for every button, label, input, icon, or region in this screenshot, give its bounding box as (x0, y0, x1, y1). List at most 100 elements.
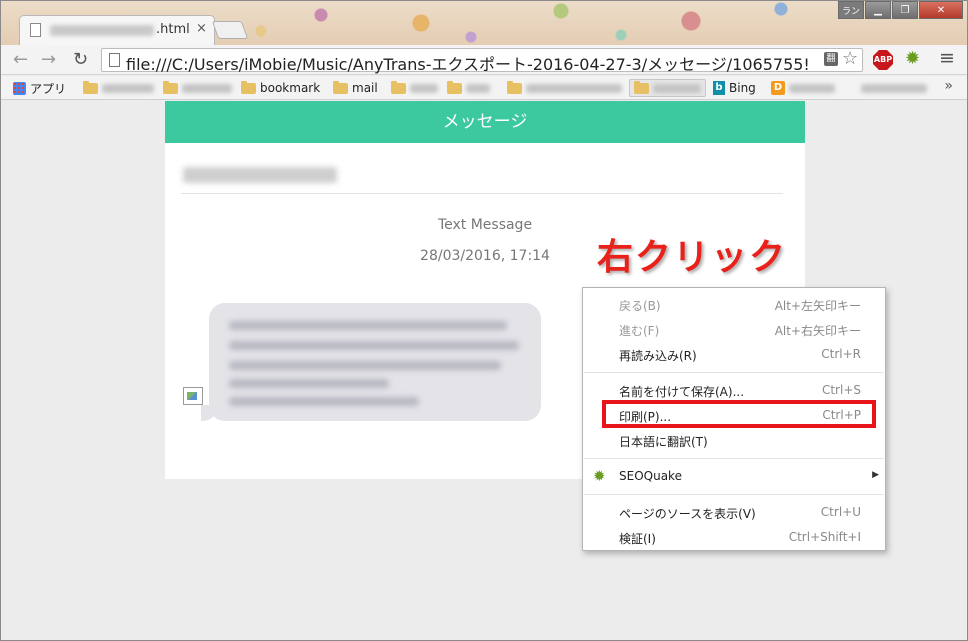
menu-item-label: 日本語に翻訳(T) (619, 435, 708, 449)
bookmark-folder[interactable] (507, 79, 622, 97)
bookmark-redacted (102, 83, 154, 93)
bubble-text-redacted (229, 361, 501, 370)
ime-indicator[interactable]: ラン (838, 1, 864, 19)
menu-item-translate[interactable]: 日本語に翻訳(T) (583, 429, 885, 451)
bubble-text-redacted (229, 341, 519, 350)
new-tab-button[interactable] (211, 21, 249, 39)
bookmark-folder[interactable] (391, 79, 438, 97)
menu-item-shortcut: Ctrl+R (821, 347, 861, 361)
apps-icon (13, 81, 26, 95)
menu-item-label: 再読み込み(R) (619, 349, 697, 363)
menu-separator (584, 458, 884, 459)
bubble-text-redacted (229, 321, 507, 330)
bookmark-folder-bookmark[interactable]: bookmark (241, 79, 320, 97)
menu-item-label: 検証(I) (619, 532, 656, 546)
folder-icon (241, 80, 256, 94)
bookmark-d[interactable]: D (771, 79, 835, 97)
bookmark-redacted (526, 83, 622, 93)
menu-item-shortcut: Ctrl+S (821, 383, 861, 397)
print-highlight-box (602, 400, 876, 428)
url-text[interactable]: file:///C:/Users/iMobie/Music/AnyTrans-エ… (126, 51, 822, 75)
tab-title-ext: .html (156, 22, 190, 37)
menu-item-label: 名前を付けて保存(A)... (619, 385, 745, 399)
submenu-arrow-icon: ▶ (872, 470, 879, 480)
menu-item-shortcut: Ctrl+Shift+I (788, 530, 861, 544)
window-controls: ラン ▁ ❐ ✕ (838, 1, 963, 21)
menu-item-forward[interactable]: 進む(F) Alt+右矢印キー (583, 318, 885, 340)
bookmark-redacted (653, 83, 701, 93)
title-bar: .html × ラン ▁ ❐ ✕ (1, 1, 967, 45)
bookmarks-bar: アプリ bookmark mail b Bing D » (1, 76, 967, 100)
maximize-button[interactable]: ❐ (892, 1, 918, 19)
bookmark-apps-label: アプリ (30, 81, 67, 96)
browser-tab[interactable]: .html × (19, 15, 215, 45)
bookmark-star-icon[interactable]: ☆ (842, 48, 858, 69)
bookmark-folder[interactable] (83, 79, 154, 97)
folder-icon (447, 80, 462, 94)
reload-icon[interactable]: ↻ (73, 49, 88, 70)
bookmark-folder[interactable] (447, 79, 490, 97)
bookmark-label: mail (352, 81, 378, 95)
seoquake-extension-icon[interactable]: ✹ (905, 48, 920, 69)
minimize-button[interactable]: ▁ (865, 1, 891, 19)
divider (181, 193, 783, 194)
translate-icon[interactable]: 翻 (824, 52, 838, 66)
menu-item-inspect[interactable]: 検証(I) Ctrl+Shift+I (583, 526, 885, 548)
broken-image-icon (183, 387, 203, 405)
bookmark-redacted (182, 83, 232, 93)
bubble-text-redacted (229, 397, 419, 406)
bookmark-bing[interactable]: b Bing (713, 79, 756, 97)
back-icon[interactable]: ← (13, 49, 28, 70)
bookmark-redacted (789, 83, 835, 93)
adblock-icon[interactable]: ABP (873, 50, 893, 70)
menu-item-seoquake[interactable]: ✹ SEOQuake ▶ (583, 465, 885, 487)
bookmark-apps[interactable]: アプリ (13, 79, 66, 97)
toolbar: ← → ↻ file:///C:/Users/iMobie/Music/AnyT… (1, 45, 967, 75)
menu-item-shortcut: Alt+右矢印キー (774, 324, 861, 338)
menu-item-label: 戻る(B) (619, 299, 661, 313)
menu-item-save-as[interactable]: 名前を付けて保存(A)... Ctrl+S (583, 379, 885, 401)
folder-icon (391, 80, 406, 94)
bookmark-redacted (861, 83, 927, 93)
close-window-button[interactable]: ✕ (919, 1, 963, 19)
contact-name-redacted (183, 167, 337, 183)
bubble-text-redacted (229, 379, 389, 388)
bookmark-folder-mail[interactable]: mail (333, 79, 378, 97)
menu-item-label: SEOQuake (619, 469, 682, 483)
menu-item-shortcut: Ctrl+U (820, 505, 861, 519)
seoquake-icon: ✹ (593, 467, 606, 485)
address-bar[interactable]: file:///C:/Users/iMobie/Music/AnyTrans-エ… (101, 48, 863, 75)
tab-title-redacted (50, 25, 154, 36)
right-click-annotation: 右クリック (597, 237, 788, 278)
folder-icon (83, 80, 98, 94)
chrome-menu-icon[interactable]: ≡ (939, 47, 955, 69)
bookmark-folder[interactable] (163, 79, 232, 97)
folder-icon (163, 80, 178, 94)
menu-item-reload[interactable]: 再読み込み(R) Ctrl+R (583, 343, 885, 365)
menu-item-label: 進む(F) (619, 324, 660, 338)
bookmark-redacted (410, 83, 438, 93)
bookmark-label: bookmark (260, 81, 321, 95)
folder-icon (507, 80, 522, 94)
menu-separator (584, 372, 884, 373)
menu-item-view-source[interactable]: ページのソースを表示(V) Ctrl+U (583, 501, 885, 523)
bookmarks-overflow-icon[interactable]: » (944, 78, 953, 94)
d-icon: D (771, 81, 785, 95)
bing-icon: b (713, 81, 725, 95)
folder-icon (634, 80, 649, 94)
menu-item-label: ページのソースを表示(V) (619, 507, 756, 521)
forward-icon[interactable]: → (41, 49, 56, 70)
bookmark-folder-active[interactable] (629, 79, 706, 97)
menu-separator (584, 494, 884, 495)
page-title: メッセージ (165, 101, 805, 143)
file-icon (109, 53, 120, 67)
menu-item-shortcut: Alt+左矢印キー (774, 299, 861, 313)
bookmark-redacted (466, 83, 490, 93)
bookmark-label: Bing (729, 81, 756, 95)
page-icon (30, 23, 41, 37)
bookmark-extra[interactable] (861, 79, 927, 97)
tab-close-icon[interactable]: × (196, 21, 207, 36)
menu-item-back[interactable]: 戻る(B) Alt+左矢印キー (583, 293, 885, 315)
message-bubble (201, 303, 541, 421)
folder-icon (333, 80, 348, 94)
